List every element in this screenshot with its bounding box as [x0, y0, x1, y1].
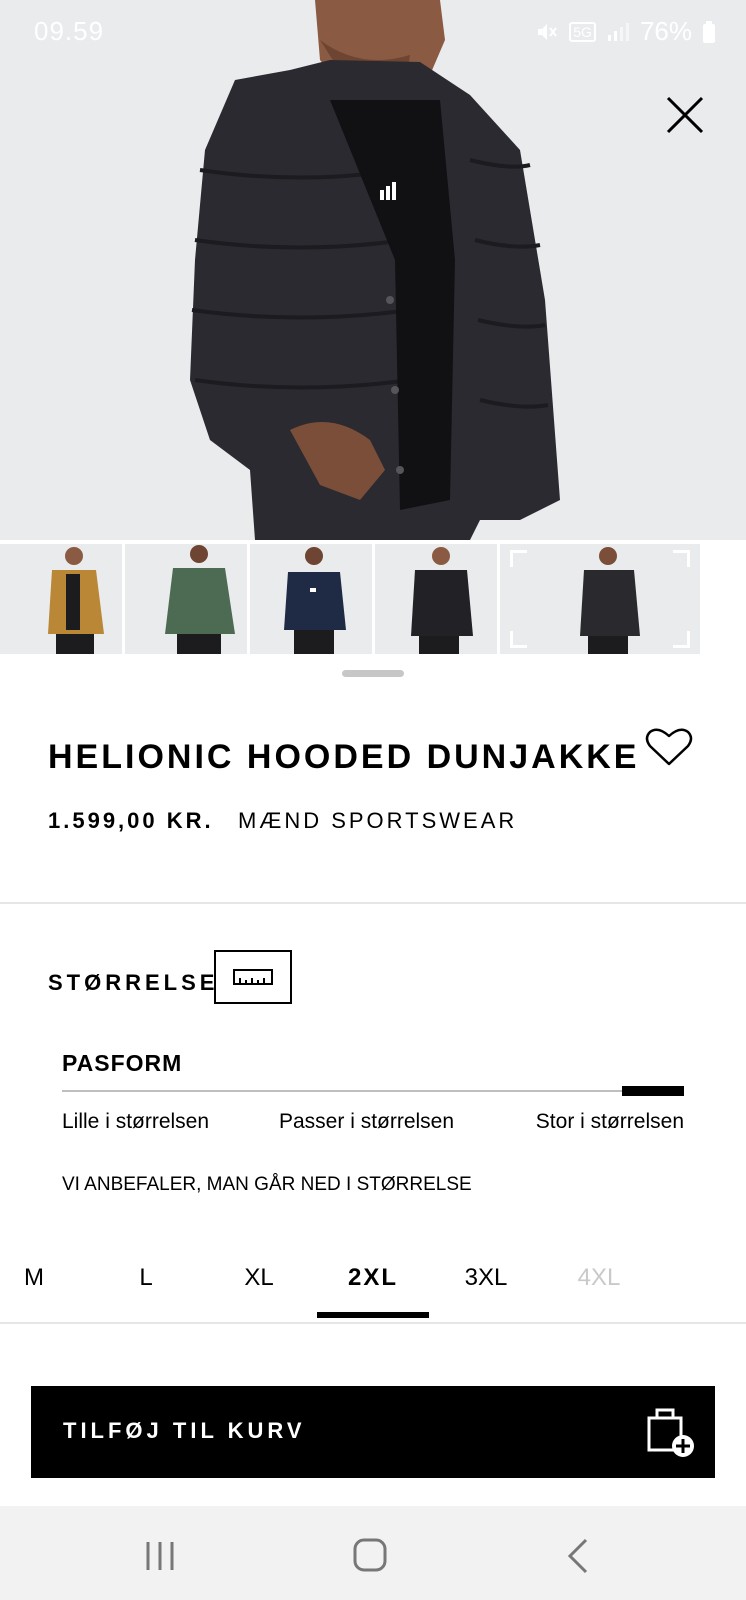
thumbnail-image — [165, 545, 235, 654]
size-guide-button[interactable] — [214, 950, 292, 1004]
add-to-cart-label: TILFØJ TIL KURV — [63, 1418, 306, 1443]
battery-icon — [703, 20, 715, 43]
thumbnail-mustard[interactable] — [0, 544, 122, 654]
size-option-4xl[interactable]: 4XL — [543, 1234, 655, 1318]
selection-corner — [673, 631, 690, 648]
fit-scale-marker — [622, 1086, 684, 1096]
thumbnail-image — [580, 547, 640, 654]
size-option-xl[interactable]: XL — [203, 1234, 315, 1318]
selection-corner — [673, 550, 690, 567]
fit-recommendation: VI ANBEFALER, MAN GÅR NED I STØRRELSE — [62, 1174, 472, 1195]
ruler-icon — [233, 969, 273, 985]
system-nav-bar — [0, 1506, 746, 1600]
back-icon[interactable] — [550, 1536, 610, 1576]
battery-percent: 76% — [639, 16, 692, 46]
thumbnail-strip — [0, 544, 746, 654]
product-price: 1.599,00 KR. — [48, 808, 214, 833]
sheet-drag-handle[interactable] — [342, 670, 404, 677]
status-icons: 5G 76% — [535, 16, 716, 47]
thumbnail-navy[interactable] — [250, 544, 372, 654]
heart-icon[interactable] — [644, 726, 694, 768]
thumbnail-image — [411, 547, 473, 654]
network-badge: 5G — [569, 21, 596, 42]
thumbnail-green[interactable] — [125, 544, 247, 654]
size-selector: M L XL 2XL 3XL 4XL — [0, 1234, 746, 1318]
product-sheet — [0, 654, 746, 1506]
product-hero-image: 09.59 5G 76% — [0, 0, 746, 540]
fit-scale-track — [62, 1090, 684, 1092]
fit-label-true: Passer i størrelsen — [279, 1110, 455, 1133]
product-photo — [190, 0, 560, 540]
size-option-m[interactable]: M — [0, 1234, 90, 1318]
thumbnail-image — [48, 547, 104, 654]
size-option-3xl[interactable]: 3XL — [430, 1234, 542, 1318]
signal-icon — [607, 22, 629, 41]
thumbnail-black-2[interactable] — [500, 544, 700, 654]
status-bar: 09.59 5G 76% — [0, 0, 746, 64]
selection-corner — [510, 550, 527, 567]
selection-corner — [510, 631, 527, 648]
mute-icon — [538, 23, 558, 40]
size-label: STØRRELSE — [48, 970, 219, 995]
add-to-cart-button[interactable]: TILFØJ TIL KURV — [31, 1386, 715, 1478]
fit-title: PASFORM — [62, 1050, 183, 1076]
size-option-2xl[interactable]: 2XL — [317, 1234, 429, 1318]
shopping-bag-add-icon — [647, 1408, 694, 1457]
fit-label-small: Lille i størrelsen — [62, 1110, 210, 1133]
close-icon[interactable] — [660, 90, 710, 140]
thumbnail-black-1[interactable] — [375, 544, 497, 654]
fit-label-large: Stor i størrelsen — [535, 1110, 684, 1133]
product-title: HELIONIC HOODED DUNJAKKE — [48, 738, 640, 776]
status-time: 09.59 — [34, 16, 105, 46]
divider — [0, 902, 746, 904]
size-option-l[interactable]: L — [90, 1234, 202, 1318]
thumbnail-image — [284, 547, 346, 654]
product-category: MÆND SPORTSWEAR — [238, 808, 518, 833]
divider — [0, 1322, 746, 1324]
recent-apps-icon[interactable] — [130, 1536, 190, 1576]
home-icon[interactable] — [340, 1536, 400, 1576]
